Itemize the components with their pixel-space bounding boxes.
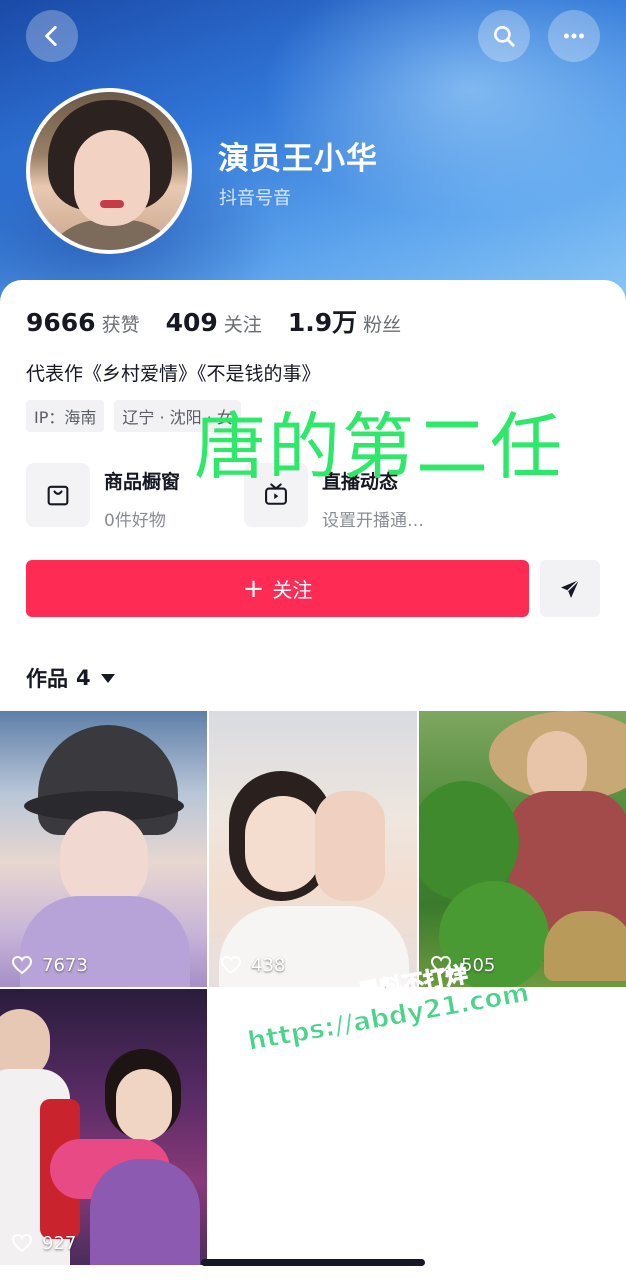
heart-icon — [11, 1233, 33, 1253]
share-button[interactable] — [540, 560, 600, 617]
stat-following-value: 409 — [165, 308, 218, 337]
works-tab[interactable]: 作品 4 — [26, 663, 115, 693]
follow-button-label: 关注 — [272, 578, 313, 602]
shortcut-shop-subtitle: 0件好物 — [104, 511, 166, 531]
home-indicator — [201, 1259, 425, 1266]
send-icon — [561, 578, 580, 598]
works-label: 作品 — [26, 667, 68, 691]
profile-name: 演员王小华 — [218, 141, 378, 177]
works-count: 4 — [76, 666, 91, 690]
shortcut-live-subtitle: 设置开播通… — [322, 511, 424, 531]
video-thumbnail-2[interactable]: 438 — [209, 711, 417, 987]
heart-icon — [11, 955, 33, 975]
video-1-likes: 7673 — [10, 953, 88, 977]
green-caption-overlay: 唐的第二任 — [194, 405, 565, 489]
stat-followers-label: 粉丝 — [363, 314, 402, 336]
more-button[interactable] — [548, 10, 600, 62]
video-2-likes: 438 — [219, 953, 285, 977]
more-dots-icon — [563, 33, 585, 39]
stat-followers[interactable]: 1.9万 粉丝 — [288, 303, 401, 339]
stat-followers-value: 1.9万 — [287, 308, 358, 337]
video-1-likes-count: 7673 — [42, 954, 88, 976]
shortcut-shop-window[interactable]: 商品橱窗 0件好物 — [26, 463, 180, 531]
video-4-likes: 927 — [10, 1231, 76, 1255]
video-2-likes-count: 438 — [251, 954, 286, 976]
stat-likes[interactable]: 9666 获赞 — [26, 308, 140, 337]
avatar[interactable] — [26, 88, 192, 254]
shop-bag-icon — [26, 463, 90, 527]
heart-icon — [220, 955, 242, 975]
profile-handle: 抖音号音 — [219, 188, 291, 209]
search-button[interactable] — [478, 10, 530, 62]
stat-likes-label: 获赞 — [101, 314, 140, 336]
video-thumbnail-4[interactable]: 927 — [0, 989, 207, 1265]
stat-likes-value: 9666 — [26, 308, 96, 337]
tag-ip-location: IP：海南 — [26, 400, 105, 432]
video-4-likes-count: 927 — [42, 1232, 77, 1254]
profile-bio: 代表作《乡村爱情》《不是钱的事》 — [26, 363, 321, 385]
video-thumbnail-3[interactable]: 505 — [419, 711, 626, 987]
plus-icon: + — [242, 573, 265, 604]
stat-following-label: 关注 — [223, 314, 262, 336]
video-thumbnail-1[interactable]: 7673 — [0, 711, 207, 987]
search-icon — [494, 26, 515, 47]
back-button[interactable] — [26, 10, 78, 62]
chevron-left-icon — [45, 25, 57, 47]
shortcut-shop-title: 商品橱窗 — [104, 471, 181, 493]
caret-down-icon — [100, 673, 115, 683]
follow-button[interactable]: + 关注 — [26, 560, 529, 617]
stat-following[interactable]: 409 关注 — [166, 308, 262, 337]
profile-stats: 9666 获赞 409 关注 1.9万 粉丝 — [26, 303, 427, 339]
